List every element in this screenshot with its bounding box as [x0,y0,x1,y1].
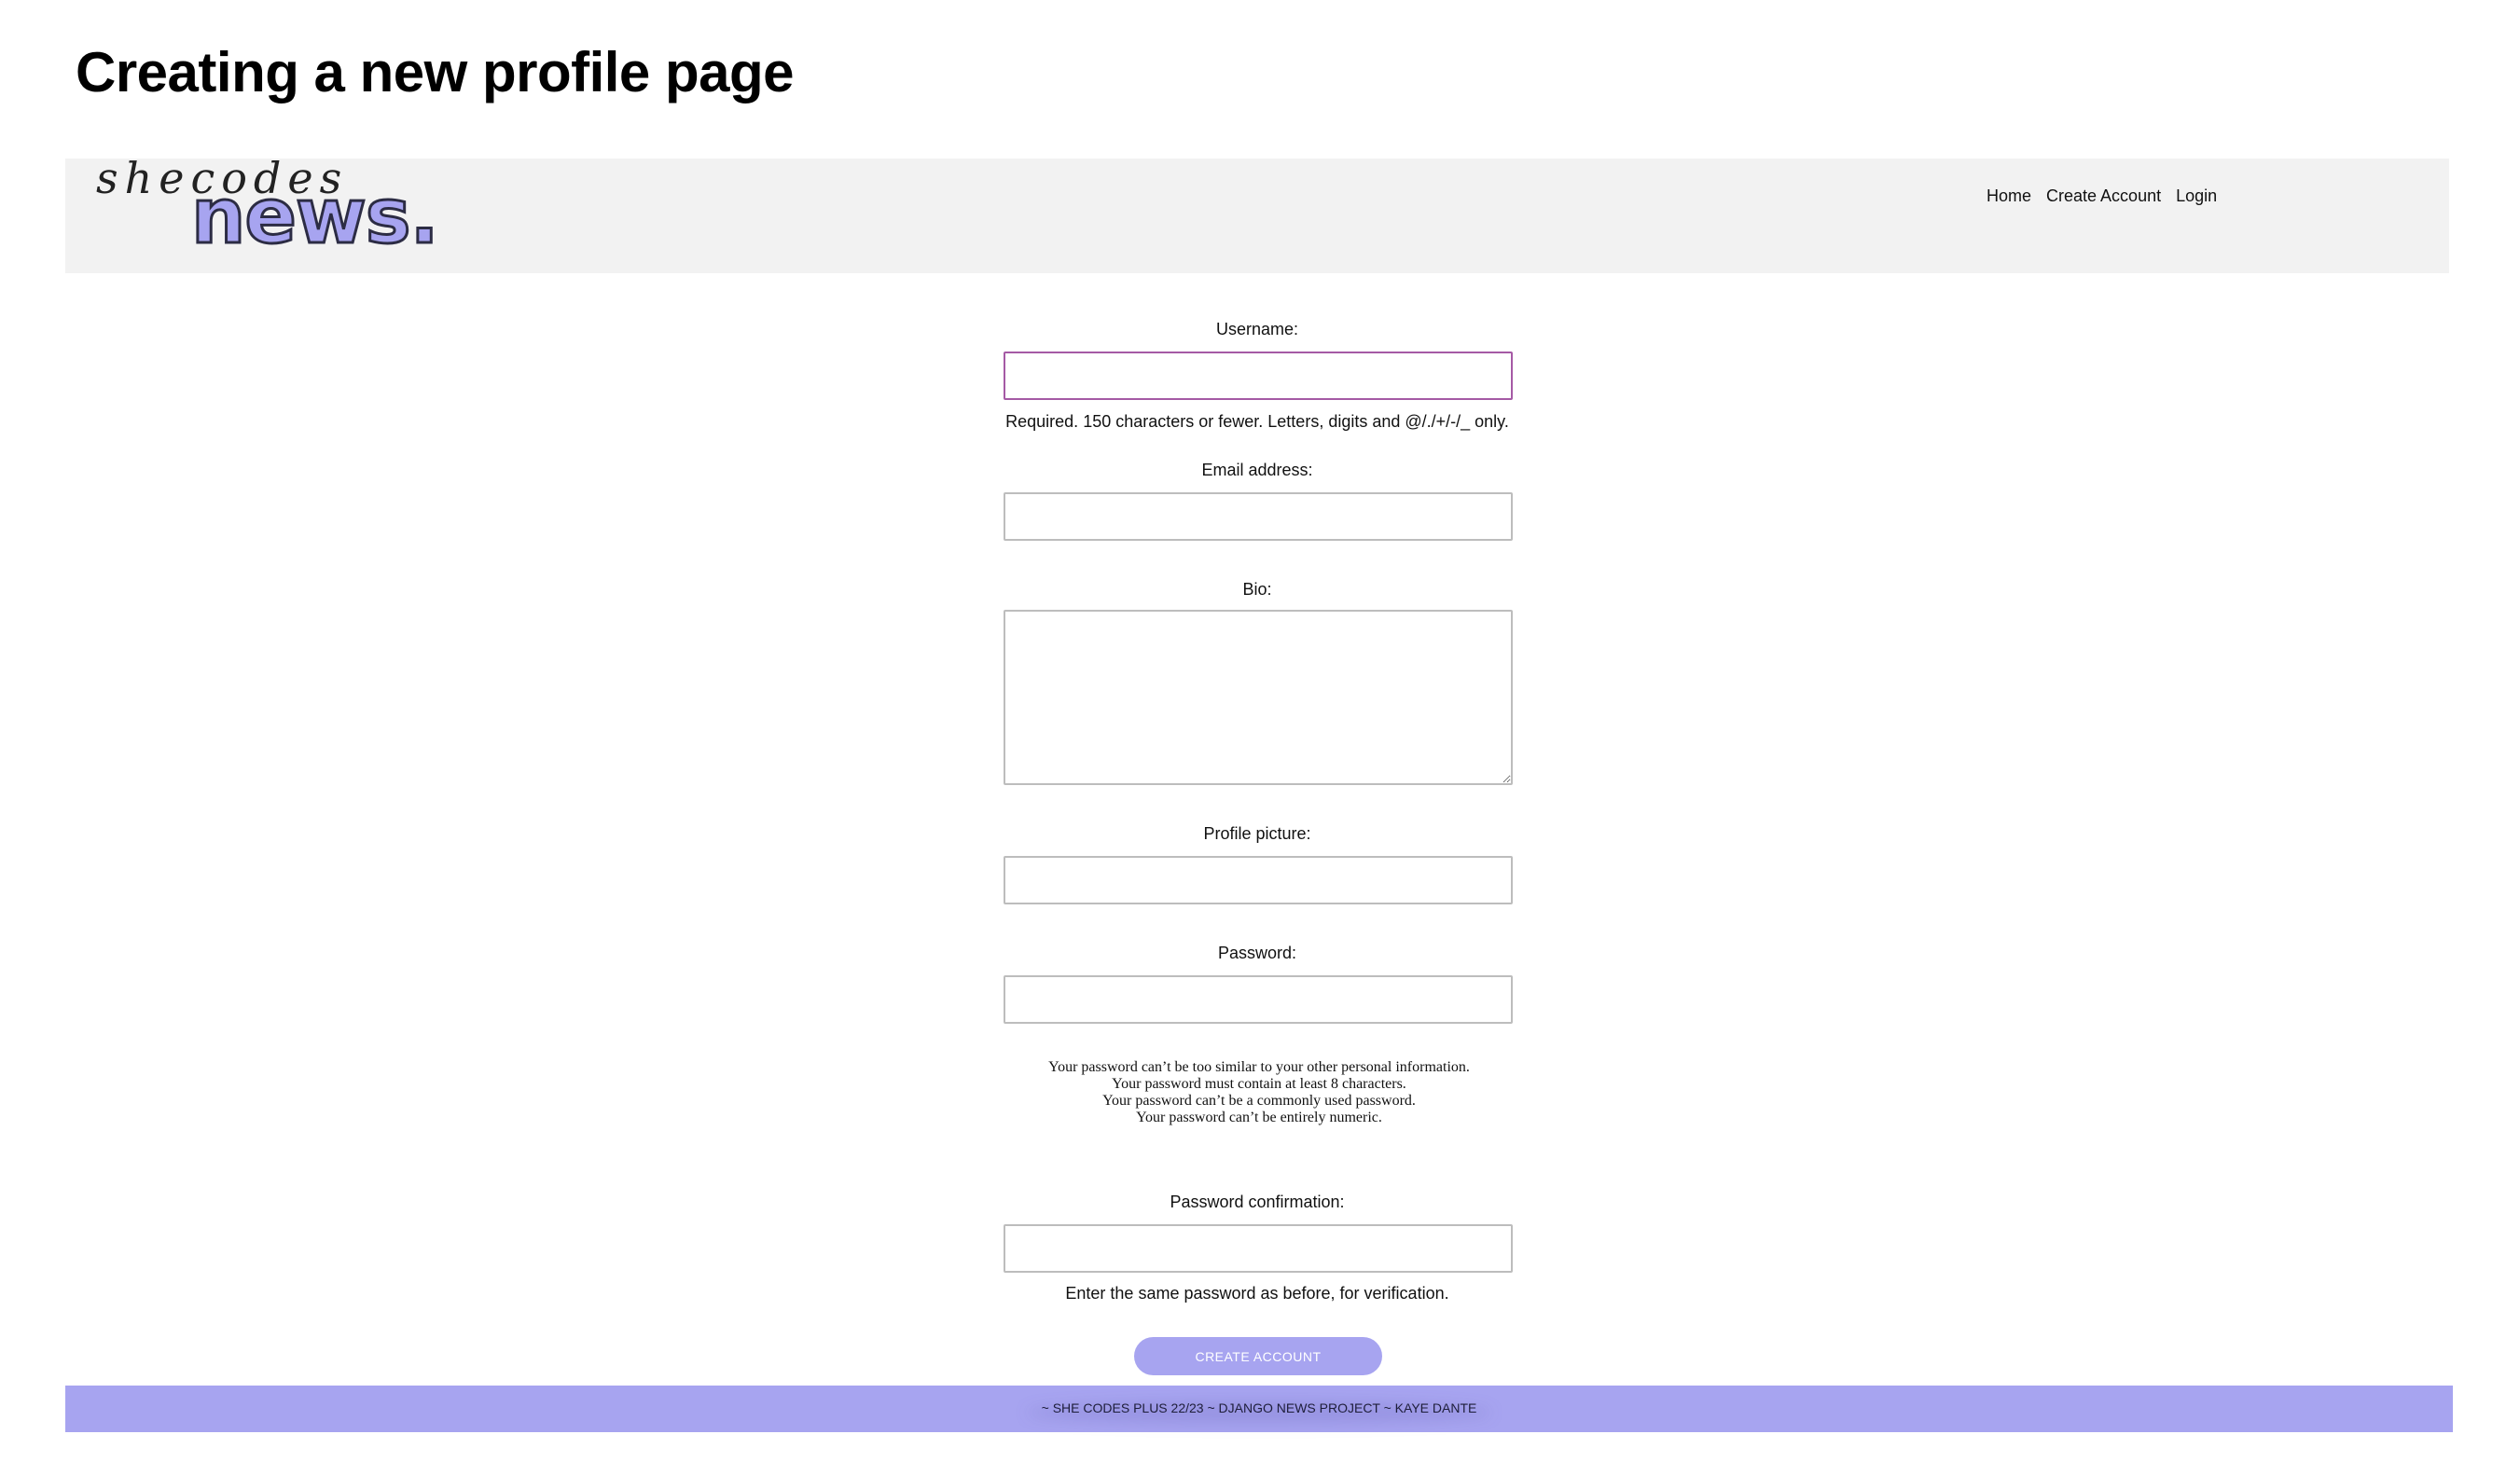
footer-text: ~ SHE CODES PLUS 22/23 ~ DJANGO NEWS PRO… [1041,1400,1477,1415]
password-rules-list: Your password can’t be too similar to yo… [933,1059,1585,1126]
password-rule: Your password can’t be a commonly used p… [1102,1093,1416,1109]
site-footer: ~ SHE CODES PLUS 22/23 ~ DJANGO NEWS PRO… [65,1386,2453,1432]
bio-textarea[interactable] [1004,610,1513,785]
password-rule: Your password can’t be entirely numeric. [1136,1110,1382,1125]
password-input[interactable] [1004,975,1513,1024]
email-input[interactable] [1004,492,1513,541]
profile-picture-input[interactable] [1004,856,1513,904]
slide-title: Creating a new profile page [76,41,795,103]
username-label: Username: [1215,320,1299,338]
username-input[interactable] [1004,352,1513,400]
password-label: Password: [1217,944,1297,962]
create-account-button[interactable]: CREATE ACCOUNT [1134,1337,1382,1375]
app-screenshot: shecodes news. Home Create Account Login… [65,153,2453,1436]
profile-picture-label: Profile picture: [1203,824,1311,843]
email-label: Email address: [1201,461,1313,479]
create-account-form: Username: Required. 150 characters or fe… [65,159,2449,1375]
username-help-text: Required. 150 characters or fewer. Lette… [1005,412,1509,431]
password-confirmation-input[interactable] [1004,1224,1513,1273]
bio-label: Bio: [1242,580,1272,599]
password-confirmation-help-text: Enter the same password as before, for v… [1065,1284,1449,1303]
password-rule: Your password can’t be too similar to yo… [1048,1059,1470,1075]
password-confirmation-label: Password confirmation: [1170,1193,1345,1211]
password-rule: Your password must contain at least 8 ch… [1112,1076,1406,1092]
